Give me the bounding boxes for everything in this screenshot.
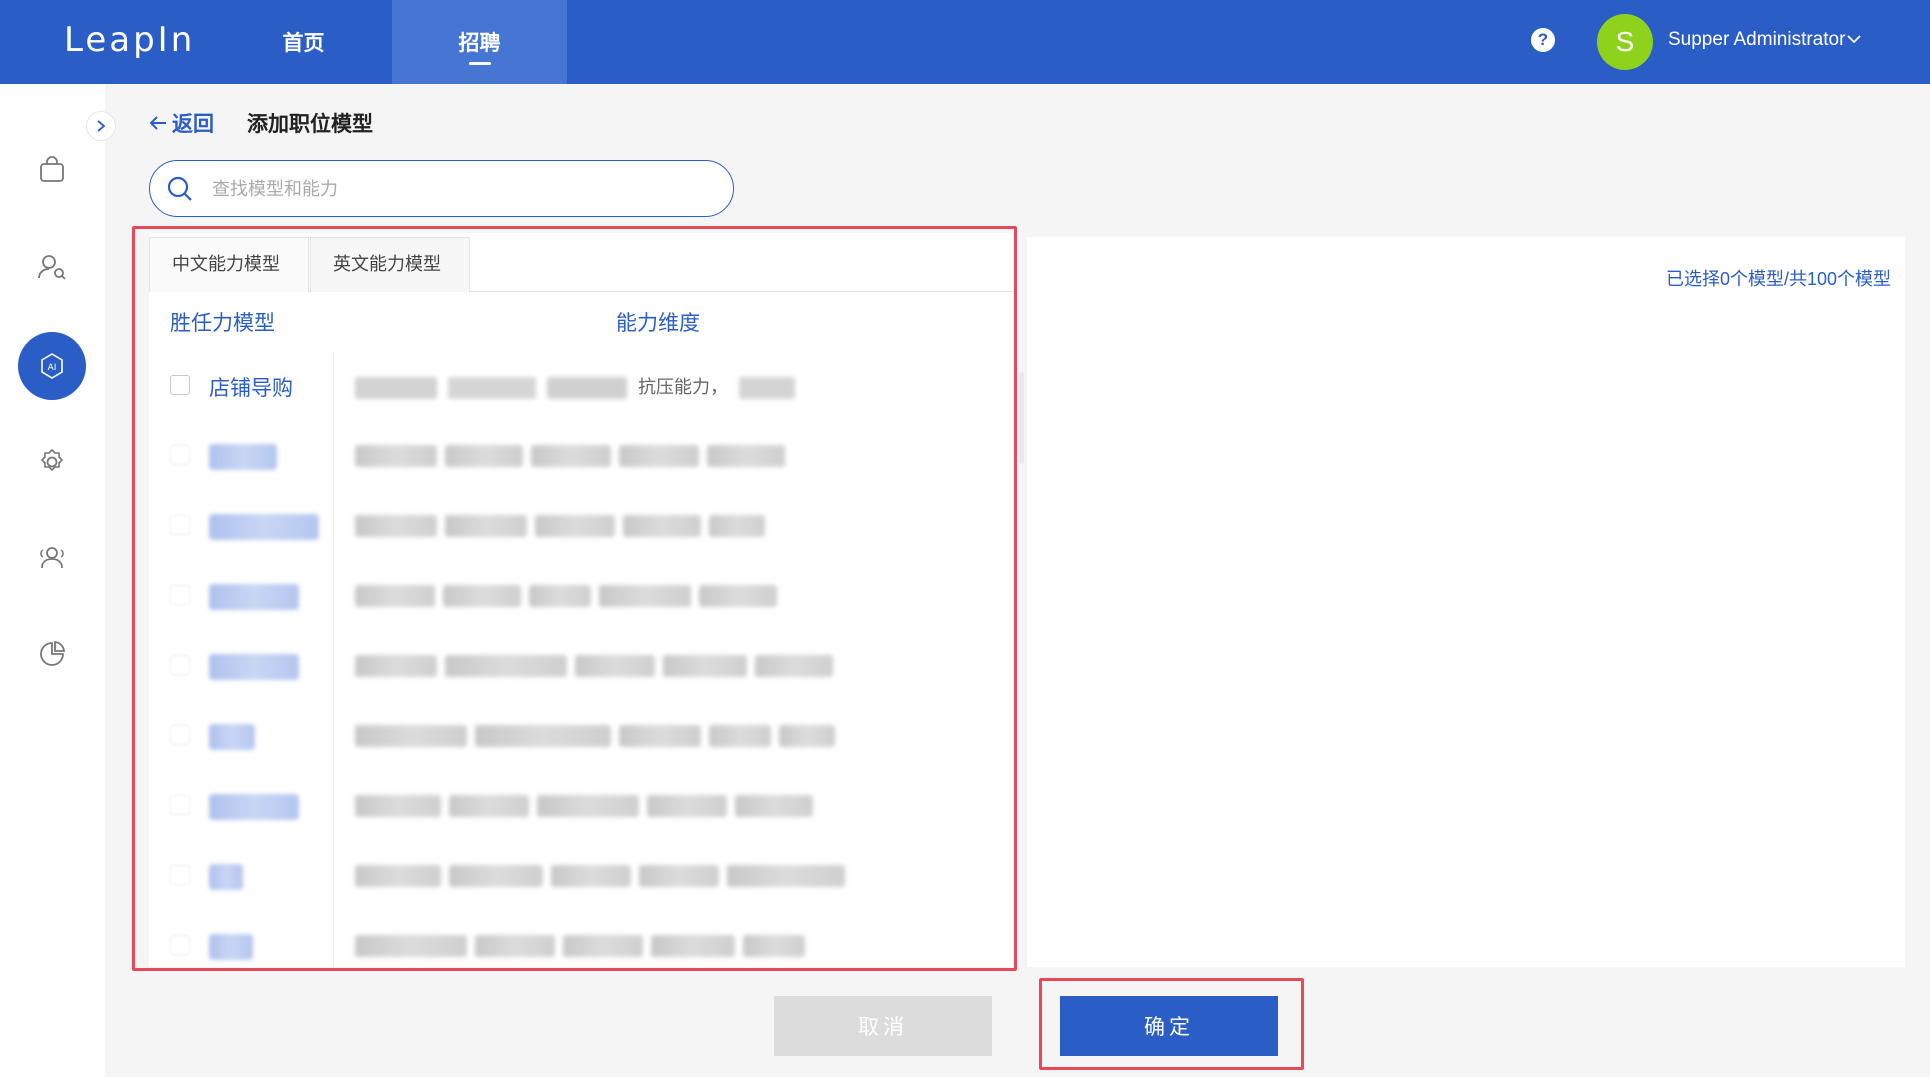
nav-tab-home[interactable]: 首页: [216, 0, 391, 84]
model-dimensions-blurred: [355, 585, 777, 607]
dimension-text: 抗压能力，: [638, 377, 729, 397]
top-navigation-bar: LeapIn 首页 招聘 ? S Supper Administrator: [0, 0, 1930, 84]
confirm-button[interactable]: 确定: [1060, 996, 1278, 1056]
selected-models-panel: 已选择0个模型/共100个模型: [1027, 237, 1905, 967]
user-name[interactable]: Supper Administrator: [1668, 29, 1845, 51]
svg-text:AI: AI: [48, 363, 57, 373]
back-label: 返回: [172, 113, 214, 136]
model-dimensions-blurred: [355, 515, 765, 537]
chevron-right-icon: [97, 120, 106, 132]
tab-chinese-models[interactable]: 中文能力模型: [149, 237, 309, 292]
cancel-button[interactable]: 取消: [774, 996, 992, 1056]
model-name-blurred[interactable]: [209, 934, 253, 960]
model-name-blurred[interactable]: [209, 864, 243, 890]
row-checkbox[interactable]: [170, 725, 190, 745]
model-name[interactable]: 店铺导购: [209, 372, 293, 402]
table-row[interactable]: [149, 841, 1017, 911]
row-checkbox[interactable]: [170, 445, 190, 465]
row-checkbox[interactable]: [170, 935, 190, 955]
table-row[interactable]: 店铺导购 抗压能力，: [149, 351, 1017, 421]
table-row[interactable]: [149, 421, 1017, 491]
search-icon: [167, 176, 192, 201]
list-scrollbar[interactable]: [1019, 372, 1024, 464]
help-icon[interactable]: ?: [1531, 28, 1555, 52]
table-row[interactable]: [149, 491, 1017, 561]
tab-english-models[interactable]: 英文能力模型: [310, 237, 470, 292]
back-link[interactable]: 返回: [148, 108, 214, 138]
model-name-blurred[interactable]: [209, 514, 319, 540]
model-language-tabs: 中文能力模型 英文能力模型: [149, 237, 1017, 292]
model-name-blurred[interactable]: [209, 724, 255, 750]
row-checkbox[interactable]: [170, 515, 190, 535]
model-dimensions-blurred: [355, 795, 813, 817]
table-row[interactable]: [149, 771, 1017, 841]
model-dimensions: 抗压能力，: [355, 373, 796, 400]
page-title: 添加职位模型: [247, 113, 373, 136]
left-sidebar: AI: [0, 84, 105, 1077]
user-avatar[interactable]: S: [1597, 14, 1653, 70]
row-checkbox[interactable]: [170, 865, 190, 885]
bag-icon[interactable]: [36, 154, 68, 186]
column-header-model: 胜任力模型: [170, 312, 275, 335]
table-row[interactable]: [149, 911, 1017, 967]
table-row[interactable]: [149, 561, 1017, 631]
model-dimensions-blurred: [355, 445, 785, 467]
arrow-left-icon: [149, 116, 166, 130]
ai-model-icon[interactable]: AI: [36, 350, 68, 382]
model-name-blurred[interactable]: [209, 584, 299, 610]
row-checkbox[interactable]: [170, 655, 190, 675]
model-dimensions-blurred: [355, 935, 805, 957]
nav-tab-recruitment[interactable]: 招聘: [392, 0, 567, 84]
chevron-down-icon[interactable]: [1845, 30, 1863, 48]
model-name-blurred[interactable]: [209, 444, 277, 470]
search-input[interactable]: [212, 171, 712, 207]
model-name-blurred[interactable]: [209, 794, 299, 820]
pie-chart-icon[interactable]: [36, 638, 68, 670]
row-checkbox[interactable]: [170, 375, 190, 395]
team-icon[interactable]: [36, 542, 68, 574]
settings-icon[interactable]: [36, 446, 68, 478]
model-name-blurred[interactable]: [209, 654, 299, 680]
sidebar-collapse-button[interactable]: [86, 111, 116, 141]
row-checkbox[interactable]: [170, 585, 190, 605]
model-dimensions-blurred: [355, 725, 835, 747]
row-checkbox[interactable]: [170, 795, 190, 815]
model-dimensions-blurred: [355, 865, 845, 887]
app-logo[interactable]: LeapIn: [64, 20, 195, 60]
selected-count: 已选择0个模型/共100个模型: [1665, 269, 1891, 289]
table-row[interactable]: [149, 631, 1017, 701]
model-dimensions-blurred: [355, 655, 833, 677]
table-row[interactable]: [149, 701, 1017, 771]
model-list-panel: 中文能力模型 英文能力模型 胜任力模型 能力维度 店铺导购 抗压能力，: [149, 233, 1017, 967]
search-box: [149, 160, 734, 217]
column-header-dimensions: 能力维度: [616, 312, 700, 335]
user-search-icon[interactable]: [36, 251, 68, 283]
